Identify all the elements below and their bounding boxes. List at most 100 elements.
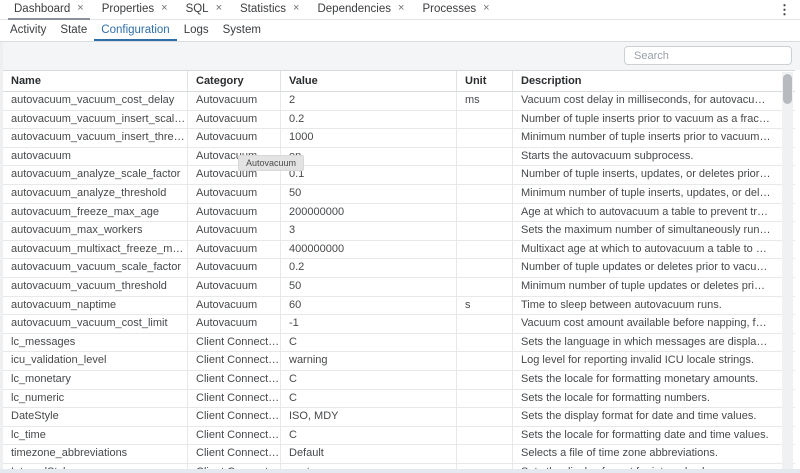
table-row[interactable]: timezone_abbreviations Client Connection… (3, 445, 795, 464)
cell-value: 0.1 (281, 166, 457, 184)
cell-description: Time to sleep between autovacuum runs. (513, 297, 795, 315)
config-table: NameCategoryValueUnitDescription autovac… (3, 70, 795, 473)
table-row[interactable]: autovacuum_vacuum_threshold Autovacuum 5… (3, 278, 795, 297)
cell-value: C (281, 390, 457, 408)
cell-value: ISO, MDY (281, 408, 457, 426)
column-header[interactable]: Unit (457, 71, 513, 91)
window-tab[interactable]: SQL × (180, 0, 228, 20)
cell-category: Autovacuum (188, 259, 281, 277)
cell-name: lc_numeric (3, 390, 188, 408)
cell-unit: s (457, 297, 513, 315)
cell-unit (457, 390, 513, 408)
cell-unit (457, 278, 513, 296)
table-row[interactable]: autovacuum_analyze_scale_factor Autovacu… (3, 166, 795, 185)
table-row[interactable]: autovacuum_max_workers Autovacuum 3 Sets… (3, 222, 795, 241)
cell-value: 400000000 (281, 241, 457, 259)
tab-close-icon[interactable]: × (216, 3, 222, 14)
cell-value: 0.2 (281, 111, 457, 129)
window-tab[interactable]: Properties × (96, 0, 174, 20)
cell-value: C (281, 334, 457, 352)
window-tab-label: SQL (186, 3, 209, 15)
table-row[interactable]: lc_messages Client Connection D… C Sets … (3, 334, 795, 353)
table-row[interactable]: autovacuum_analyze_threshold Autovacuum … (3, 185, 795, 204)
window-tab-label: Properties (102, 3, 154, 15)
cell-description: Number of tuple updates or deletes prior… (513, 259, 795, 277)
table-header-row: NameCategoryValueUnitDescription (3, 71, 795, 92)
window-tab[interactable]: Processes × (416, 0, 495, 20)
cell-value: 50 (281, 278, 457, 296)
horizontal-scrollbar[interactable] (0, 469, 800, 473)
column-header[interactable]: Value (281, 71, 457, 91)
column-header[interactable]: Category (188, 71, 281, 91)
cell-unit (457, 315, 513, 333)
search-input[interactable] (624, 46, 792, 65)
cell-unit (457, 148, 513, 166)
cell-category: Client Connection D… (188, 408, 281, 426)
table-row[interactable]: lc_monetary Client Connection D… C Sets … (3, 371, 795, 390)
table-row[interactable]: autovacuum_vacuum_cost_limit Autovacuum … (3, 315, 795, 334)
tab-close-icon[interactable]: × (293, 3, 299, 14)
window-tabs: Dashboard × Properties × SQL × Statistic… (8, 0, 502, 20)
window-tab[interactable]: Dashboard × (8, 0, 90, 20)
window-tab-label: Dependencies (317, 3, 391, 15)
cell-description: Vacuum cost delay in milliseconds, for a… (513, 92, 795, 110)
cell-description: Minimum number of tuple inserts prior to… (513, 129, 795, 147)
vertical-scrollbar[interactable] (782, 72, 793, 473)
column-header[interactable]: Name (3, 71, 188, 91)
table-row[interactable]: autovacuum_vacuum_scale_factor Autovacuu… (3, 259, 795, 278)
cell-category: Client Connection D… (188, 390, 281, 408)
cell-category: Autovacuum (188, 315, 281, 333)
window-tab[interactable]: Dependencies × (311, 0, 410, 20)
column-header[interactable]: Description (513, 71, 795, 91)
table-row[interactable]: lc_time Client Connection D… C Sets the … (3, 427, 795, 446)
cell-name: autovacuum_naptime (3, 297, 188, 315)
cell-unit (457, 111, 513, 129)
cell-unit (457, 371, 513, 389)
kebab-menu-icon[interactable]: ⋮ (778, 2, 791, 18)
cell-unit (457, 185, 513, 203)
dashboard-subtab[interactable]: Configuration (94, 21, 176, 41)
table-row[interactable]: DateStyle Client Connection D… ISO, MDY … (3, 408, 795, 427)
scrollbar-thumb[interactable] (783, 74, 792, 104)
table-row[interactable]: autovacuum_vacuum_insert_threshold Autov… (3, 129, 795, 148)
table-row[interactable]: autovacuum_vacuum_cost_delay Autovacuum … (3, 92, 795, 111)
cell-description: Minimum number of tuple updates or delet… (513, 278, 795, 296)
cell-name: autovacuum_vacuum_cost_delay (3, 92, 188, 110)
cell-unit (457, 204, 513, 222)
cell-description: Number of tuple inserts, updates, or del… (513, 166, 795, 184)
dashboard-subtab[interactable]: Activity (3, 21, 53, 41)
window-tab[interactable]: Statistics × (234, 0, 305, 20)
cell-description: Sets the display format for date and tim… (513, 408, 795, 426)
cell-unit (457, 445, 513, 463)
tab-close-icon[interactable]: × (483, 3, 489, 14)
window-tabbar: Dashboard × Properties × SQL × Statistic… (0, 0, 800, 20)
cell-name: lc_time (3, 427, 188, 445)
cell-description: Minimum number of tuple inserts, updates… (513, 185, 795, 203)
cell-unit (457, 334, 513, 352)
window-tab-label: Processes (422, 3, 476, 15)
cell-unit: ms (457, 92, 513, 110)
table-row[interactable]: lc_numeric Client Connection D… C Sets t… (3, 390, 795, 409)
cell-value: -1 (281, 315, 457, 333)
tab-close-icon[interactable]: × (77, 3, 83, 14)
cell-description: Sets the language in which messages are … (513, 334, 795, 352)
tab-close-icon[interactable]: × (398, 3, 404, 14)
dashboard-subtab[interactable]: State (53, 21, 94, 41)
tab-close-icon[interactable]: × (161, 3, 167, 14)
cell-name: autovacuum_vacuum_scale_factor (3, 259, 188, 277)
dashboard-subtab[interactable]: Logs (177, 21, 216, 41)
dashboard-subtab[interactable]: System (216, 21, 268, 41)
table-row[interactable]: autovacuum Autovacuum on Starts the auto… (3, 148, 795, 167)
table-row[interactable]: autovacuum_naptime Autovacuum 60 s Time … (3, 297, 795, 316)
table-row[interactable]: autovacuum_multixact_freeze_max_age Auto… (3, 241, 795, 260)
cell-name: lc_monetary (3, 371, 188, 389)
table-row[interactable]: autovacuum_vacuum_insert_scale_factor Au… (3, 111, 795, 130)
table-row[interactable]: autovacuum_freeze_max_age Autovacuum 200… (3, 204, 795, 223)
table-body: autovacuum_vacuum_cost_delay Autovacuum … (3, 92, 795, 473)
cell-value: 50 (281, 185, 457, 203)
cell-value: C (281, 371, 457, 389)
cell-value: warning (281, 352, 457, 370)
cell-name: icu_validation_level (3, 352, 188, 370)
table-row[interactable]: icu_validation_level Client Connection D… (3, 352, 795, 371)
cell-name: autovacuum_analyze_threshold (3, 185, 188, 203)
